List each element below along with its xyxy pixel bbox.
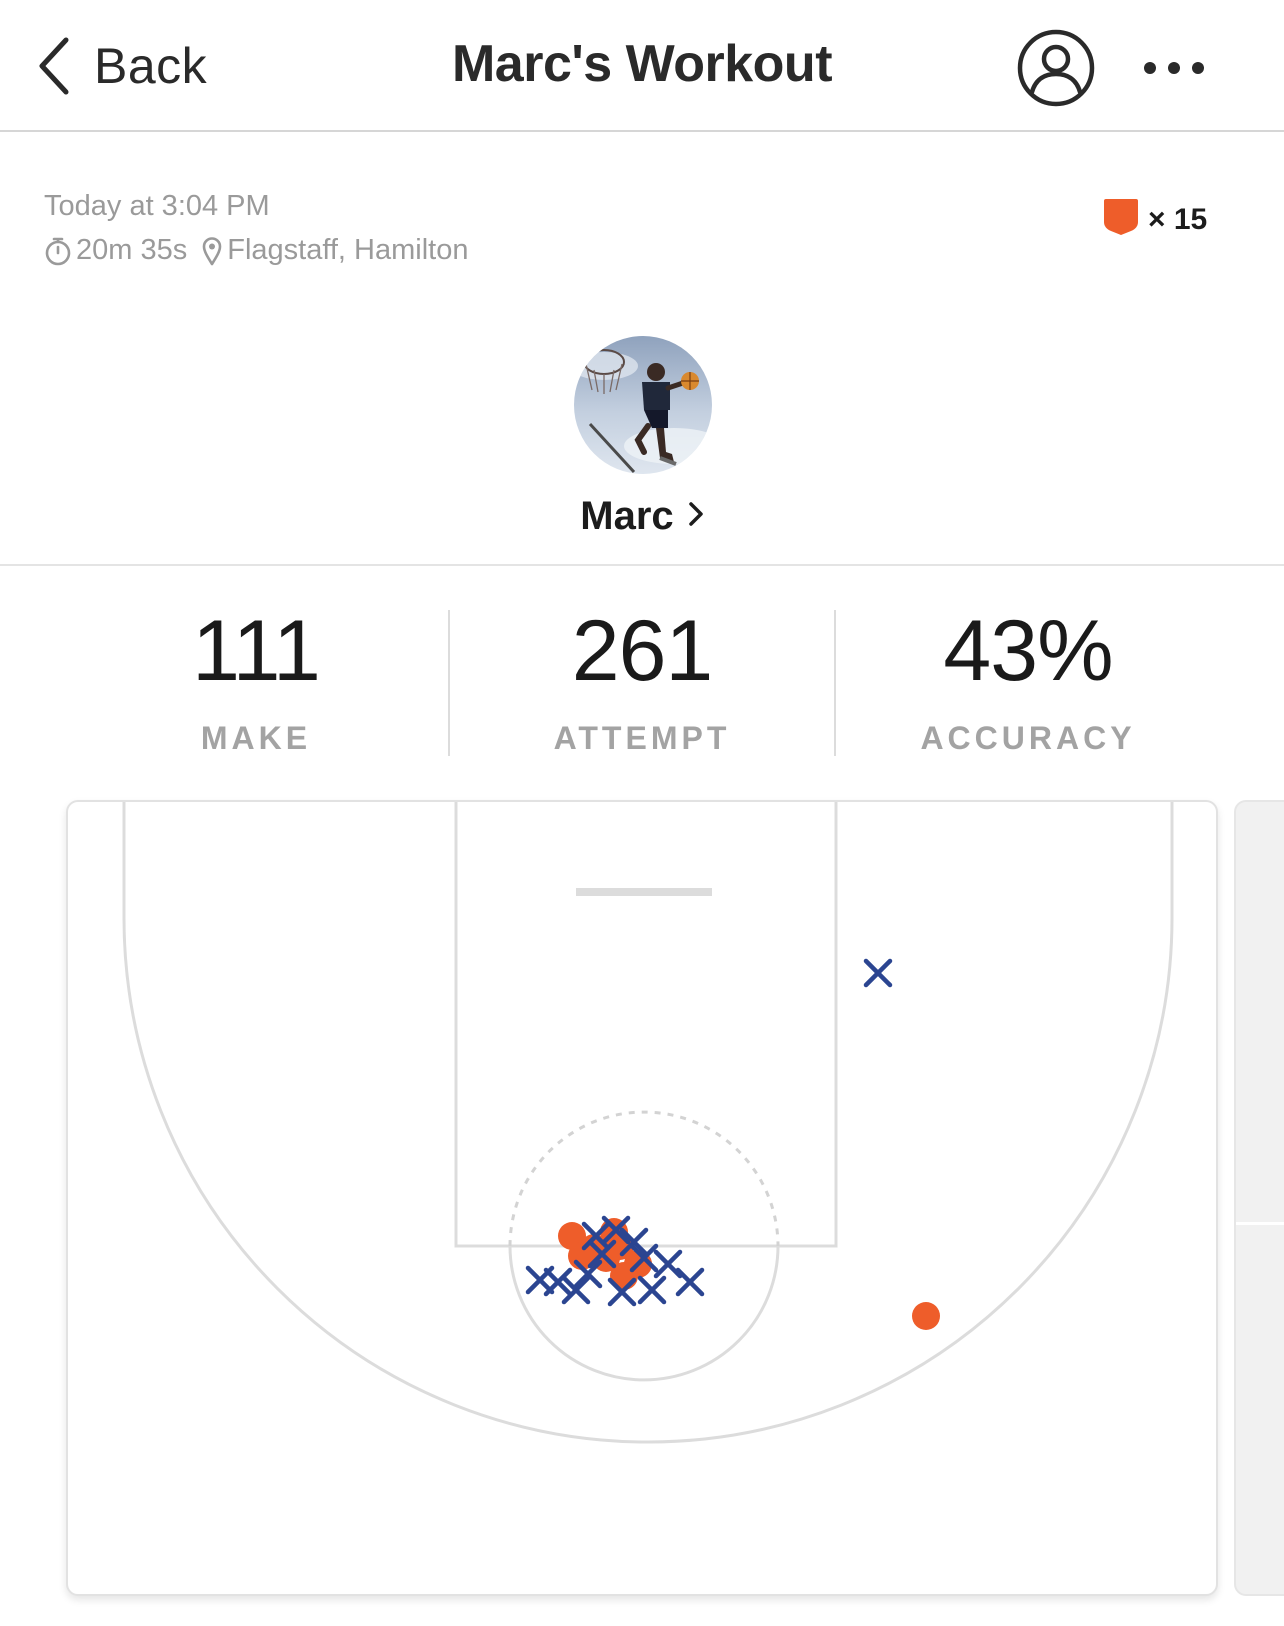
card-divider	[1236, 1222, 1284, 1225]
chevron-right-icon	[674, 501, 704, 532]
workout-details: 20m 35s Flagstaff, Hamilton	[44, 234, 468, 267]
stat-label: MAKE	[200, 720, 312, 756]
shield-badge-icon	[1102, 198, 1140, 241]
stat-accuracy: 43% ACCURACY	[878, 608, 1178, 757]
stat-make: 111 MAKE	[106, 608, 406, 757]
stat-value: 43%	[943, 603, 1113, 699]
stat-value: 261	[571, 603, 714, 699]
stat-divider	[834, 610, 836, 756]
free-throw-circle-top	[508, 1110, 780, 1247]
player-link[interactable]: Marc	[0, 494, 1284, 539]
avatar[interactable]	[574, 336, 712, 474]
profile-button[interactable]	[1016, 28, 1096, 108]
player-name: Marc	[580, 494, 674, 538]
stat-divider	[448, 610, 450, 756]
stat-value: 111	[192, 603, 321, 699]
ellipsis-icon	[1140, 62, 1214, 90]
stat-label: ACCURACY	[920, 720, 1136, 756]
stopwatch-icon	[44, 236, 72, 266]
made-shot-marker	[912, 1302, 940, 1330]
badge-count-text: × 15	[1148, 202, 1208, 236]
map-pin-icon	[201, 236, 223, 266]
workout-location: Flagstaff, Hamilton	[227, 234, 469, 266]
user-circle-icon	[1016, 29, 1096, 112]
missed-shot-marker	[675, 1267, 705, 1297]
lane	[454, 802, 838, 1248]
workout-duration: 20m 35s	[76, 234, 188, 266]
missed-shot-marker	[653, 1249, 683, 1279]
divider	[0, 564, 1284, 566]
missed-shot-marker	[637, 1275, 667, 1305]
nav-bar: Back Marc's Workout	[0, 0, 1284, 132]
more-options-button[interactable]	[1140, 50, 1214, 86]
shot-chart-court[interactable]	[66, 800, 1218, 1596]
badge-count: × 15	[1102, 198, 1207, 241]
stat-label: ATTEMPT	[553, 720, 731, 756]
next-court-card[interactable]	[1234, 800, 1284, 1596]
workout-time: Today at 3:04 PM	[44, 190, 270, 222]
stat-attempt: 261 ATTEMPT	[492, 608, 792, 757]
three-point-line	[122, 802, 1174, 1444]
missed-shot-marker	[863, 958, 893, 988]
